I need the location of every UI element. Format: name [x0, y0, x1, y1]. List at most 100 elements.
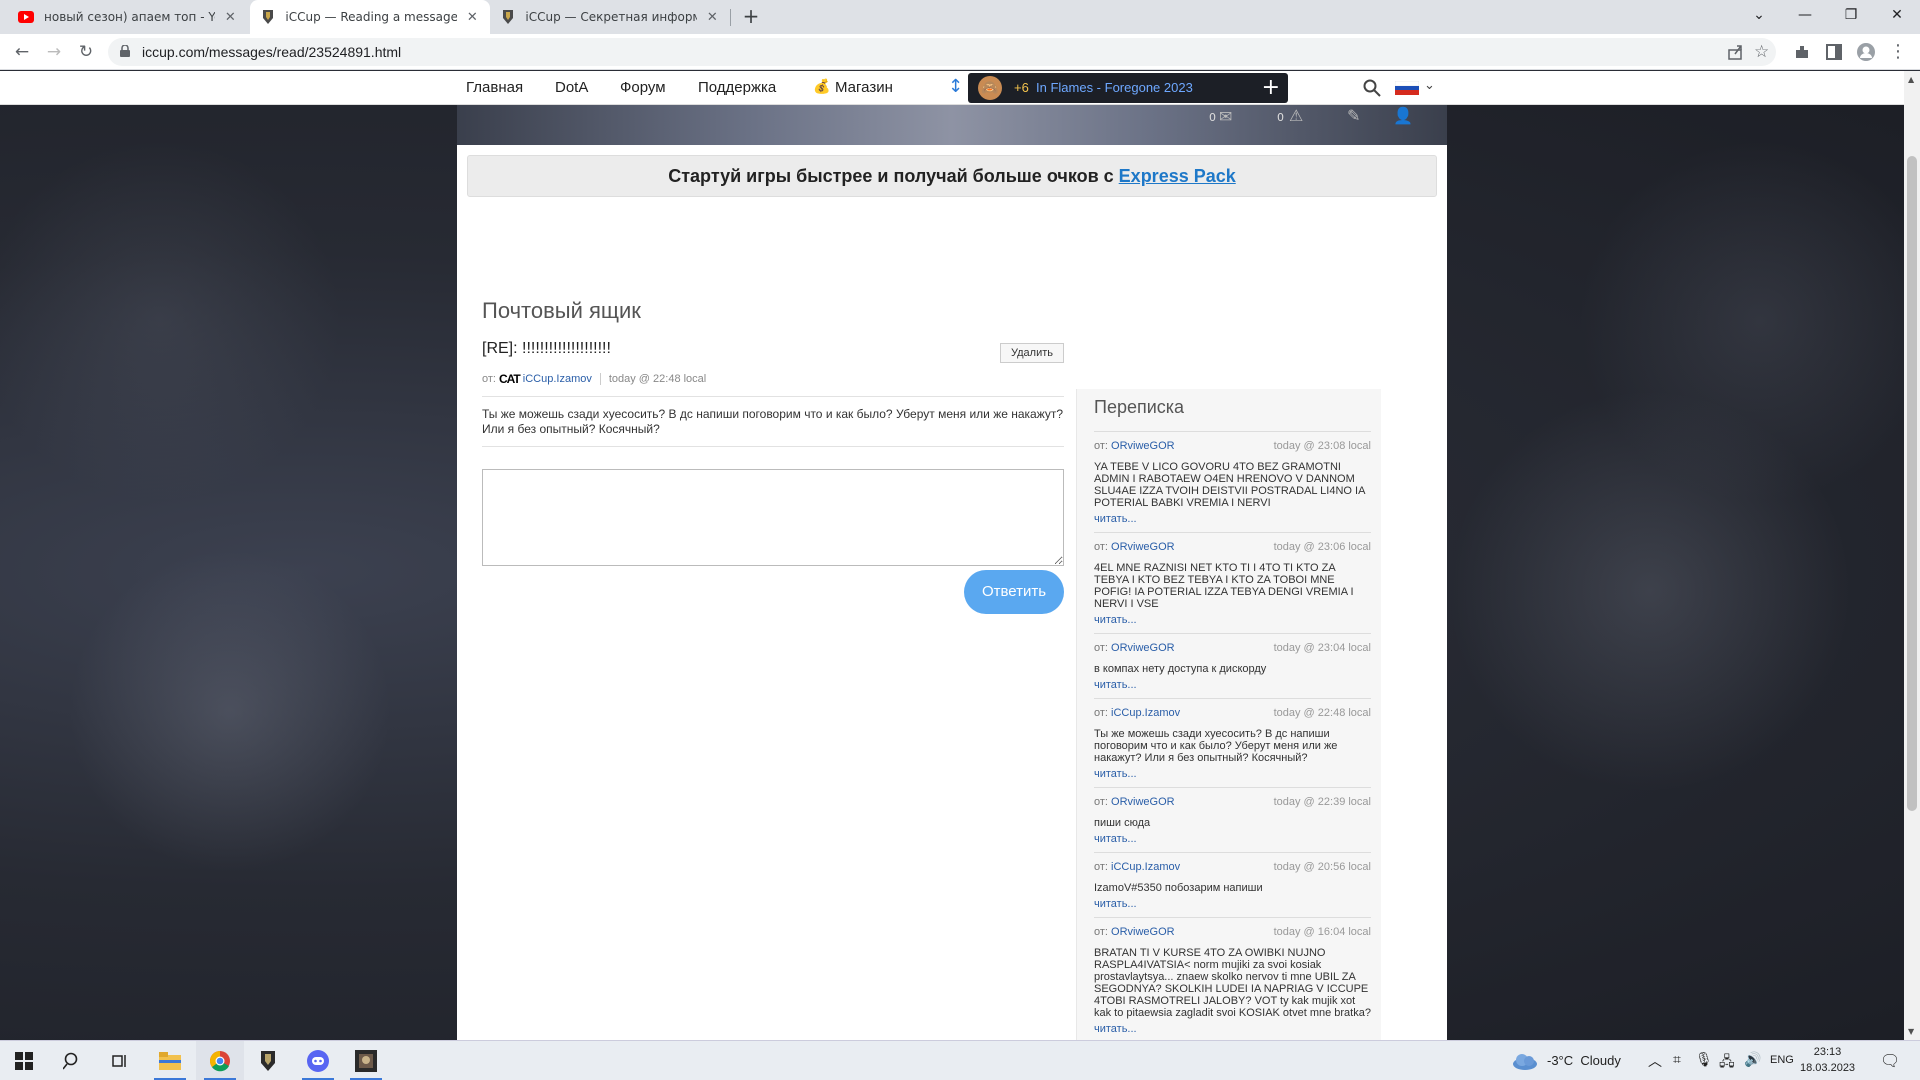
- chevron-up-icon[interactable]: ︿: [1648, 1051, 1662, 1071]
- iccup-icon: [500, 9, 515, 25]
- mail-icon[interactable]: ✉: [1219, 107, 1232, 126]
- task-view-icon[interactable]: [96, 1041, 144, 1080]
- main-content: Стартуй игры быстрее и получай больше оч…: [457, 145, 1447, 1040]
- conversation-item: от: iCCup.Izamov today @ 22:48 local Ты же…: [1094, 698, 1371, 787]
- discord-icon[interactable]: [294, 1041, 342, 1080]
- warcraft-launcher-icon[interactable]: [244, 1041, 292, 1080]
- clan-badge: CAT: [498, 372, 521, 386]
- monkey-avatar-icon: 🙈: [978, 76, 1002, 100]
- close-tab-icon[interactable]: ✕: [465, 10, 480, 25]
- read-more-link[interactable]: читать...: [1094, 1023, 1371, 1035]
- express-text: Стартуй игры быстрее и получай больше оч…: [668, 166, 1119, 186]
- file-explorer-icon[interactable]: [146, 1041, 194, 1080]
- updown-arrows-icon[interactable]: ↕: [948, 76, 963, 97]
- language-indicator[interactable]: ENG: [1770, 1054, 1794, 1066]
- message-time: today @ 22:48 local: [608, 373, 707, 385]
- game-client-icon[interactable]: [342, 1041, 390, 1080]
- address-bar[interactable]: iccup.com/messages/read/23524891.html ☆: [108, 38, 1776, 66]
- share-icon[interactable]: [1726, 42, 1746, 62]
- tools-icon[interactable]: ✎: [1347, 106, 1360, 125]
- notifications-icon[interactable]: 🗨: [1880, 1051, 1900, 1071]
- conversation-author-link[interactable]: iCCup.Izamov: [1111, 707, 1180, 719]
- chrome-icon[interactable]: [196, 1041, 244, 1080]
- conversation-time: today @ 16:04 local: [1273, 926, 1371, 938]
- conversation-body: YA TEBE V LICO GOVORU 4TO BEZ GRAMOTNI A…: [1094, 461, 1365, 509]
- now-playing-widget[interactable]: 🙈 +6 In Flames - Foregone 2023 +: [968, 73, 1288, 103]
- volume-icon[interactable]: 🔊: [1744, 1051, 1761, 1068]
- conversation-item-header: от: ORviweGOR today @ 23:06 local: [1094, 541, 1371, 557]
- side-panel-icon[interactable]: [1824, 42, 1844, 62]
- read-more-link[interactable]: читать...: [1094, 833, 1371, 845]
- site-top-nav: Главная DotA Форум Поддержка 💰 Магазин ↕…: [0, 71, 1904, 105]
- conversation-body: Ты же можешь сзади хуесосить? В дс напиш…: [1094, 728, 1338, 764]
- message-body: Ты же можешь сзади хуесосить? В дс напиш…: [482, 407, 1064, 436]
- new-tab-button[interactable]: +: [738, 4, 764, 30]
- scroll-down-icon[interactable]: ▼: [1908, 1027, 1914, 1036]
- read-more-link[interactable]: читать...: [1094, 898, 1371, 910]
- divider: [482, 396, 1064, 397]
- conversation-author-link[interactable]: ORviweGOR: [1111, 440, 1175, 452]
- minimize-button[interactable]: —: [1782, 0, 1828, 30]
- microphone-icon[interactable]: 🎙: [1695, 1051, 1713, 1068]
- nav-shop[interactable]: Магазин: [835, 79, 893, 96]
- windows-start-icon[interactable]: [0, 1041, 48, 1080]
- warning-icon[interactable]: ⚠: [1289, 106, 1303, 125]
- url-text: iccup.com/messages/read/23524891.html: [142, 44, 402, 60]
- nav-support[interactable]: Поддержка: [698, 79, 776, 96]
- delete-button[interactable]: Удалить: [1000, 343, 1064, 363]
- conversation-author-link[interactable]: ORviweGOR: [1111, 926, 1175, 938]
- browser-tab-iccup-message[interactable]: iCCup — Reading a message from ✕: [250, 0, 490, 34]
- reply-textarea[interactable]: [482, 469, 1064, 566]
- scroll-up-icon[interactable]: ▲: [1908, 75, 1914, 84]
- read-more-link[interactable]: читать...: [1094, 768, 1371, 780]
- conversation-time: today @ 20:56 local: [1273, 861, 1371, 873]
- nav-home[interactable]: Главная: [466, 79, 523, 96]
- extensions-icon[interactable]: [1792, 42, 1812, 62]
- now-playing-title: In Flames - Foregone 2023: [1036, 80, 1193, 95]
- back-icon[interactable]: ←: [10, 40, 34, 64]
- cloud-weather-icon: [1513, 1054, 1537, 1070]
- restore-button[interactable]: ❐: [1828, 0, 1874, 30]
- read-more-link[interactable]: читать...: [1094, 513, 1371, 525]
- conversation-author-link[interactable]: ORviweGOR: [1111, 796, 1175, 808]
- search-icon[interactable]: [1363, 79, 1381, 97]
- add-icon[interactable]: +: [1262, 75, 1280, 100]
- close-tab-icon[interactable]: ✕: [705, 10, 720, 25]
- tab-search-icon[interactable]: ⌄: [1736, 0, 1782, 30]
- read-more-link[interactable]: читать...: [1094, 614, 1371, 626]
- clock[interactable]: 23:13 18.03.2023: [1800, 1044, 1855, 1076]
- browser-tab-youtube[interactable]: новый сезон) апаем топ - YouTube ✕: [8, 0, 248, 34]
- conversation-body: в компах нету доступа к дискорду: [1094, 663, 1267, 675]
- iccup-icon: [260, 9, 275, 25]
- chevron-down-icon[interactable]: ⌄: [1424, 78, 1435, 93]
- nav-dota[interactable]: DotA: [555, 79, 588, 96]
- conversation-item: от: ORviweGOR today @ 23:04 local в компах…: [1094, 633, 1371, 698]
- conversation-author-link[interactable]: ORviweGOR: [1111, 541, 1175, 553]
- express-pack-link[interactable]: Express Pack: [1119, 166, 1236, 186]
- nav-forum[interactable]: Форум: [620, 79, 666, 96]
- conversation-item-header: от: ORviweGOR today @ 23:04 local: [1094, 642, 1371, 658]
- user-icon[interactable]: 👤: [1393, 106, 1413, 125]
- usb-icon[interactable]: ⌗: [1673, 1051, 1681, 1068]
- network-icon[interactable]: 🖧: [1719, 1051, 1735, 1075]
- close-window-button[interactable]: ✕: [1874, 0, 1920, 30]
- windows-taskbar: -3°C Cloudy ︿ ⌗ 🎙 🖧 🔊 ENG 23:13 18.03.20…: [0, 1040, 1920, 1080]
- forward-icon[interactable]: →: [42, 40, 66, 64]
- page-scrollbar[interactable]: ▲ ▼: [1904, 71, 1920, 1040]
- russian-flag-icon[interactable]: [1395, 81, 1419, 95]
- scrollbar-thumb[interactable]: [1907, 156, 1917, 811]
- browser-tab-iccup-secret[interactable]: iCCup — Секретная информация ✕: [490, 0, 730, 34]
- profile-icon[interactable]: [1856, 42, 1876, 62]
- conversation-author-link[interactable]: iCCup.Izamov: [1111, 861, 1180, 873]
- menu-kebab-icon[interactable]: ⋮: [1888, 42, 1908, 62]
- close-tab-icon[interactable]: ✕: [223, 10, 238, 25]
- message-author-link[interactable]: iCCup.Izamov: [523, 373, 592, 385]
- search-icon[interactable]: [48, 1041, 96, 1080]
- weather-text[interactable]: -3°C Cloudy: [1547, 1053, 1621, 1068]
- read-more-link[interactable]: читать...: [1094, 679, 1371, 691]
- clock-date: 18.03.2023: [1800, 1062, 1856, 1074]
- reply-button[interactable]: Ответить: [964, 570, 1064, 614]
- reload-icon[interactable]: ↻: [74, 40, 98, 64]
- bookmark-star-icon[interactable]: ☆: [1754, 42, 1774, 62]
- conversation-author-link[interactable]: ORviweGOR: [1111, 642, 1175, 654]
